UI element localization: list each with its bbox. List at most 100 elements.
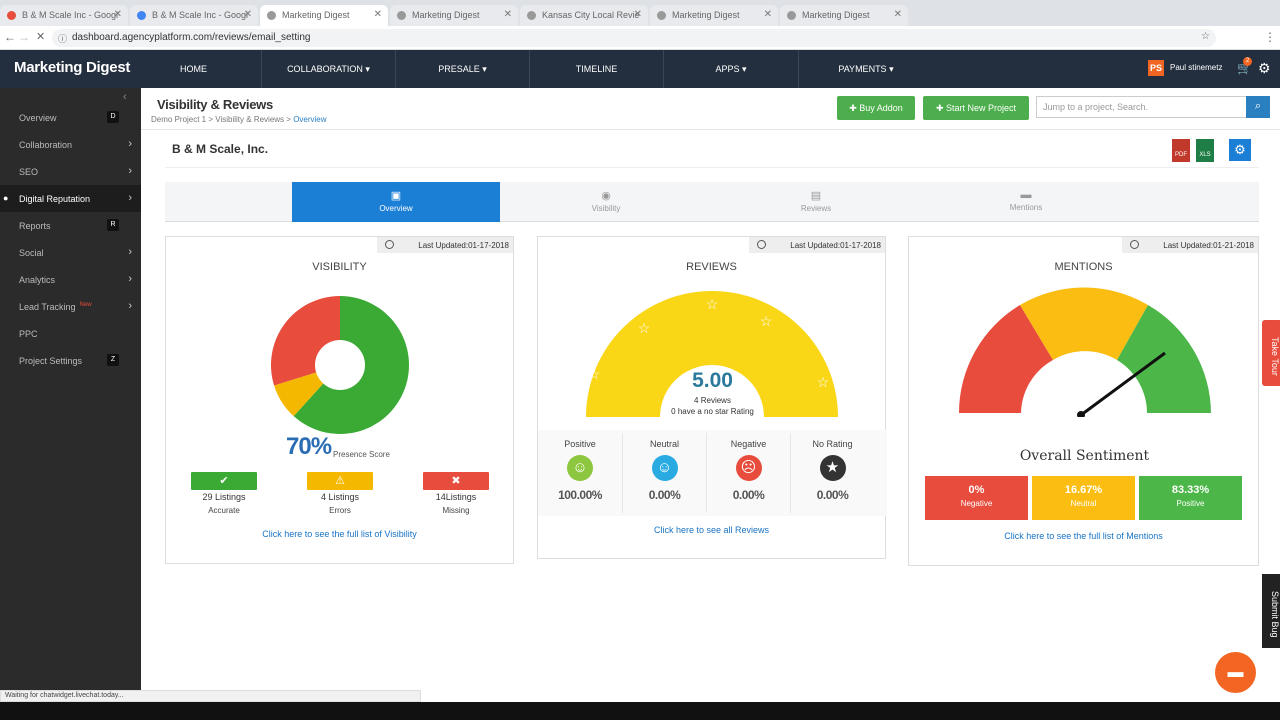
sidebar-item-collaboration[interactable]: Collaboration › (0, 131, 141, 158)
close-icon[interactable]: ✕ (244, 9, 252, 20)
tab-reviews[interactable]: ▤ Reviews (712, 182, 920, 222)
breadcrumb-link[interactable]: Demo Project 1 (151, 115, 206, 124)
check-icon: ✔ (219, 475, 229, 487)
buy-addon-button[interactable]: ✚ Buy Addon (837, 96, 915, 120)
user-name: Paul stinemetz (1170, 63, 1223, 73)
star-icon[interactable]: ☆ (1201, 31, 1210, 42)
brand-logo[interactable]: Marketing Digest (14, 59, 130, 76)
browser-tab[interactable]: Marketing Digest ✕ (650, 5, 778, 26)
cart-badge: 2 (1243, 57, 1252, 66)
shortcut-badge: R (107, 219, 119, 231)
errors-badge[interactable]: ⚠ (307, 472, 373, 490)
sentiment-label: Neutral (1070, 499, 1097, 508)
close-icon[interactable]: ✕ (36, 30, 45, 43)
nav-apps[interactable]: APPS ▾ (664, 50, 799, 88)
sidebar-item-ppc[interactable]: PPC (0, 320, 141, 347)
sidebar: ‹ Overview D Collaboration › SEO › ● Digital… (0, 88, 141, 690)
visibility-list-link[interactable]: Click here to see the full list of Visib… (166, 529, 513, 539)
close-icon[interactable]: ✕ (764, 9, 772, 20)
tab-overview[interactable]: ▣ Overview (292, 182, 500, 222)
collapse-icon[interactable]: ‹ (123, 91, 127, 103)
last-updated-text: Last Updated:01-17-2018 (418, 241, 509, 250)
sidebar-item-label: Reports (19, 221, 51, 231)
browser-tab[interactable]: B & M Scale Inc - Googl ✕ (130, 5, 258, 26)
nav-payments[interactable]: PAYMENTS ▾ (799, 50, 933, 88)
settings-cog-icon[interactable]: ⚙ (1229, 139, 1251, 161)
monitor-icon: ▣ (390, 190, 402, 202)
close-icon[interactable]: ✕ (504, 9, 512, 20)
nav-presale[interactable]: PRESALE ▾ (396, 50, 530, 88)
close-icon[interactable]: ✕ (374, 9, 382, 20)
search-button[interactable]: ⌕ (1246, 96, 1270, 118)
browser-tab[interactable]: Marketing Digest ✕ (390, 5, 518, 26)
nav-home[interactable]: HOME (126, 50, 262, 88)
browser-tab[interactable]: Marketing Digest ✕ (780, 5, 908, 26)
sidebar-item-digital-reputation[interactable]: ● Digital Reputation › (0, 185, 141, 212)
breadcrumb: Demo Project 1 > Visibility & Reviews > … (151, 115, 327, 124)
tab-title: Marketing Digest (802, 10, 870, 20)
missing-badge[interactable]: ✖ (423, 472, 489, 490)
app-header: Marketing Digest HOME COLLABORATION ▾ PR… (0, 50, 1280, 88)
mentions-list-link[interactable]: Click here to see the full list of Menti… (909, 531, 1258, 541)
chat-bubble-icon: ▬ (1227, 664, 1244, 681)
sidebar-item-seo[interactable]: SEO › (0, 158, 141, 185)
chat-bubble-icon: ▬ (1020, 189, 1032, 201)
sidebar-item-overview[interactable]: Overview D (0, 104, 141, 131)
last-updated-text: Last Updated:01-17-2018 (790, 241, 881, 250)
close-icon[interactable]: ✕ (634, 9, 642, 20)
sidebar-item-analytics[interactable]: Analytics › (0, 266, 141, 293)
tab-visibility[interactable]: ◉ Visibility (502, 182, 710, 222)
column-percent: 0.00% (732, 488, 765, 502)
average-rating: 5.00 (692, 369, 733, 392)
address-bar[interactable]: ⓘ dashboard.agencyplatform.com/reviews/em… (52, 29, 1216, 47)
submit-bug-button[interactable]: Submit Bug (1262, 574, 1280, 648)
nav-timeline[interactable]: TIMELINE (530, 50, 664, 88)
breadcrumb-link[interactable]: Visibility & Reviews (215, 115, 284, 124)
take-tour-button[interactable]: Take Tour (1262, 320, 1280, 386)
chevron-right-icon: › (128, 138, 132, 150)
plus-icon: ✚ (935, 103, 946, 113)
column-label: Negative (730, 439, 767, 449)
sidebar-item-social[interactable]: Social › (0, 239, 141, 266)
smile-icon: ☺ (567, 455, 593, 481)
avatar: PS (1148, 60, 1164, 76)
column-percent: 0.00% (816, 488, 849, 502)
user-menu[interactable]: PS Paul stinemetz (1148, 60, 1222, 76)
forward-icon[interactable]: → (18, 30, 30, 44)
view-tabs: ▣ Overview ◉ Visibility ▤ Reviews ▬ Mentions (165, 182, 1259, 222)
close-icon[interactable]: ✕ (114, 9, 122, 20)
sidebar-item-label: Collaboration (19, 140, 73, 150)
browser-tab[interactable]: Marketing Digest ✕ (260, 5, 388, 26)
sidebar-item-project-settings[interactable]: Project Settings Z (0, 347, 141, 374)
pdf-export-icon[interactable]: PDF (1172, 139, 1190, 162)
warning-icon: ⚠ (335, 475, 345, 487)
last-updated-text: Last Updated:01-21-2018 (1163, 241, 1254, 250)
search-input[interactable]: Jump to a project, Search. (1036, 96, 1248, 118)
card-title: VISIBILITY (312, 261, 367, 273)
chevron-right-icon: › (128, 192, 132, 204)
chat-widget-button[interactable]: ▬ (1215, 652, 1256, 693)
errors-count: 4 Listings (320, 492, 360, 502)
tab-title: Marketing Digest (412, 10, 480, 20)
browser-tab[interactable]: B & M Scale Inc - Googl ✕ (0, 5, 128, 26)
start-new-project-button[interactable]: ✚ Start New Project (923, 96, 1029, 120)
menu-icon[interactable]: ⋮ (1264, 30, 1276, 44)
taskbar (0, 702, 1280, 720)
close-icon[interactable]: ✕ (894, 9, 902, 20)
nav-collaboration[interactable]: COLLABORATION ▾ (262, 50, 396, 88)
browser-toolbar: ← → ✕ ⓘ dashboard.agencyplatform.com/revi… (0, 26, 1280, 50)
sidebar-item-lead-tracking[interactable]: Lead Tracking New › (0, 293, 141, 320)
presence-score-value: 70% (286, 433, 332, 460)
sidebar-item-label: Analytics (19, 275, 56, 285)
sidebar-item-reports[interactable]: Reports R (0, 212, 141, 239)
gear-icon[interactable]: ⚙ (1258, 60, 1271, 77)
tab-title: Kansas City Local Revie (542, 10, 640, 20)
tab-mentions[interactable]: ▬ Mentions (922, 182, 1130, 222)
back-icon[interactable]: ← (4, 30, 16, 44)
negative-sentiment-box: 0% Negative (925, 476, 1028, 520)
column-label: Positive (564, 439, 596, 449)
reviews-list-link[interactable]: Click here to see all Reviews (538, 525, 885, 535)
xls-export-icon[interactable]: XLS (1196, 139, 1214, 162)
browser-tab[interactable]: Kansas City Local Revie ✕ (520, 5, 648, 26)
accurate-badge[interactable]: ✔ (191, 472, 257, 490)
